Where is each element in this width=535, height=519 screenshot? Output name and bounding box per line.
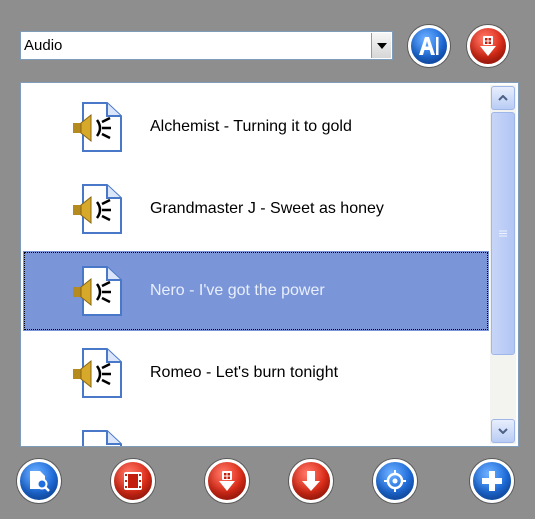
- plus-icon: [482, 471, 502, 491]
- crosshair-icon: [384, 470, 406, 492]
- vertical-scrollbar[interactable]: [490, 85, 516, 444]
- chevron-down-icon: [498, 428, 508, 434]
- grip-icon: [499, 230, 507, 236]
- add-button[interactable]: [470, 459, 514, 503]
- list-item[interactable]: [23, 415, 489, 446]
- app-window: Audio Alchemist - Turning it to gold Gra…: [0, 0, 535, 519]
- track-list[interactable]: Alchemist - Turning it to gold Grandmast…: [20, 82, 519, 447]
- audio-file-icon: [73, 184, 122, 234]
- file-search-icon: [30, 471, 50, 492]
- category-select[interactable]: Audio: [20, 31, 393, 60]
- find-file-button[interactable]: [17, 459, 61, 503]
- download-button[interactable]: [467, 25, 509, 67]
- category-select-value: Audio: [24, 37, 63, 54]
- track-label: Romeo - Let's burn tonight: [150, 364, 339, 381]
- film-icon: [124, 472, 142, 490]
- scroll-down-button[interactable]: [491, 419, 515, 443]
- dropdown-arrow-button[interactable]: [371, 33, 391, 58]
- track-label: Grandmaster J - Sweet as honey: [150, 200, 384, 217]
- chevron-down-icon: [376, 42, 387, 49]
- track-label: Alchemist - Turning it to gold: [150, 118, 352, 135]
- list-item[interactable]: Grandmaster J - Sweet as honey: [23, 169, 489, 249]
- audio-file-icon: [73, 266, 122, 316]
- track-label: Nero - I've got the power: [150, 282, 325, 299]
- video-button[interactable]: [111, 459, 155, 503]
- download-menu-button[interactable]: [205, 459, 249, 503]
- download-arrow-icon: [219, 471, 235, 491]
- download-arrow-icon: [480, 36, 496, 56]
- audio-file-icon: [73, 348, 122, 398]
- save-down-button[interactable]: [289, 459, 333, 503]
- list-item[interactable]: Romeo - Let's burn tonight: [23, 333, 489, 413]
- audio-file-icon: [73, 102, 122, 152]
- ai-button[interactable]: [408, 25, 450, 67]
- target-button[interactable]: [373, 459, 417, 503]
- list-item-selected[interactable]: Nero - I've got the power: [23, 251, 489, 331]
- arrow-down-icon: [302, 471, 320, 491]
- chevron-up-icon: [498, 95, 508, 101]
- list-item[interactable]: Alchemist - Turning it to gold: [23, 87, 489, 167]
- audio-file-icon: [82, 430, 122, 446]
- scrollbar-thumb[interactable]: [491, 112, 515, 355]
- scroll-up-button[interactable]: [491, 86, 515, 110]
- text-cursor-icon: [419, 37, 439, 55]
- bottom-toolbar: [0, 455, 535, 515]
